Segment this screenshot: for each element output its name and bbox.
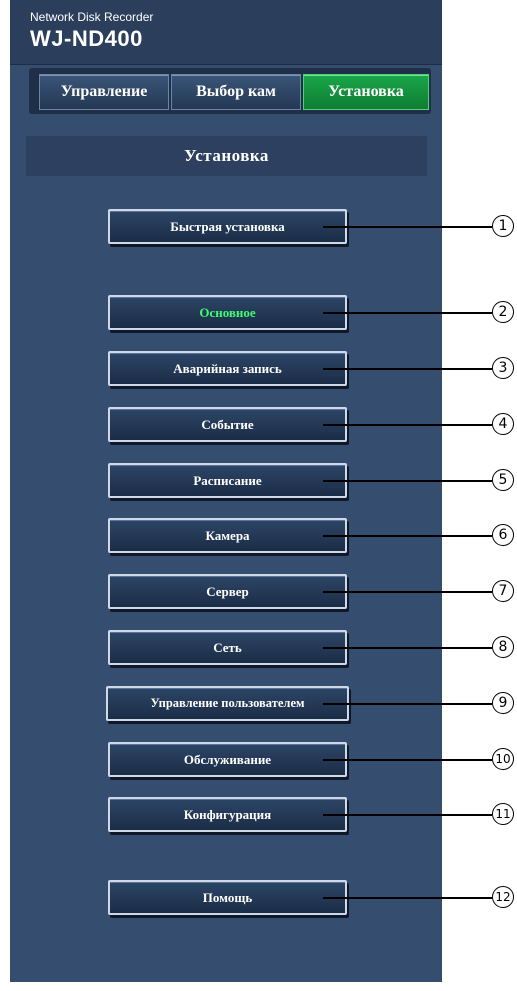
leader-line-11 bbox=[323, 814, 492, 816]
configuration-button[interactable]: Конфигурация bbox=[108, 797, 347, 832]
leader-line-7 bbox=[323, 591, 492, 593]
callout-3: 3 bbox=[492, 357, 514, 379]
tab-setup[interactable]: Установка bbox=[303, 74, 429, 110]
tab-control[interactable]: Управление bbox=[39, 74, 169, 110]
server-button[interactable]: Сервер bbox=[108, 574, 347, 609]
network-button[interactable]: Сеть bbox=[108, 630, 347, 665]
maintenance-button[interactable]: Обслуживание bbox=[108, 742, 347, 777]
leader-line-12 bbox=[323, 897, 492, 899]
callout-1: 1 bbox=[492, 215, 514, 237]
tab-strip: Управление Выбор кам Установка bbox=[29, 68, 431, 114]
camera-button[interactable]: Камера bbox=[108, 518, 347, 553]
leader-line-5 bbox=[323, 480, 492, 482]
quick-setup-button[interactable]: Быстрая установка bbox=[108, 209, 347, 244]
brand-model: WJ-ND400 bbox=[30, 26, 143, 51]
event-button[interactable]: Событие bbox=[108, 407, 347, 442]
leader-line-2 bbox=[323, 312, 492, 314]
callout-5: 5 bbox=[492, 469, 514, 491]
setup-panel: Network Disk Recorder WJ-ND400 Управлени… bbox=[10, 0, 442, 982]
leader-line-3 bbox=[323, 368, 492, 370]
callout-2: 2 bbox=[492, 301, 514, 323]
callout-12: 12 bbox=[492, 886, 514, 908]
help-button[interactable]: Помощь bbox=[108, 880, 347, 915]
tab-camera-select[interactable]: Выбор кам bbox=[171, 74, 301, 110]
leader-line-8 bbox=[323, 647, 492, 649]
leader-line-4 bbox=[323, 424, 492, 426]
leader-line-1 bbox=[323, 226, 492, 228]
emergency-recording-button[interactable]: Аварийная запись bbox=[108, 351, 347, 386]
callout-4: 4 bbox=[492, 413, 514, 435]
callout-10: 10 bbox=[492, 748, 514, 770]
callout-8: 8 bbox=[492, 636, 514, 658]
callout-6: 6 bbox=[492, 524, 514, 546]
leader-line-10 bbox=[323, 759, 492, 761]
callout-7: 7 bbox=[492, 580, 514, 602]
brand-subtitle: Network Disk Recorder bbox=[30, 10, 154, 24]
callout-9: 9 bbox=[492, 692, 514, 714]
user-management-button[interactable]: Управление пользователем bbox=[106, 686, 349, 721]
schedule-button[interactable]: Расписание bbox=[108, 463, 347, 498]
app-header: Network Disk Recorder WJ-ND400 bbox=[10, 0, 442, 65]
callout-11: 11 bbox=[492, 803, 514, 825]
leader-line-6 bbox=[323, 535, 492, 537]
section-title: Установка bbox=[26, 136, 427, 176]
leader-line-9 bbox=[323, 703, 492, 705]
basic-button[interactable]: Основное bbox=[108, 295, 347, 330]
